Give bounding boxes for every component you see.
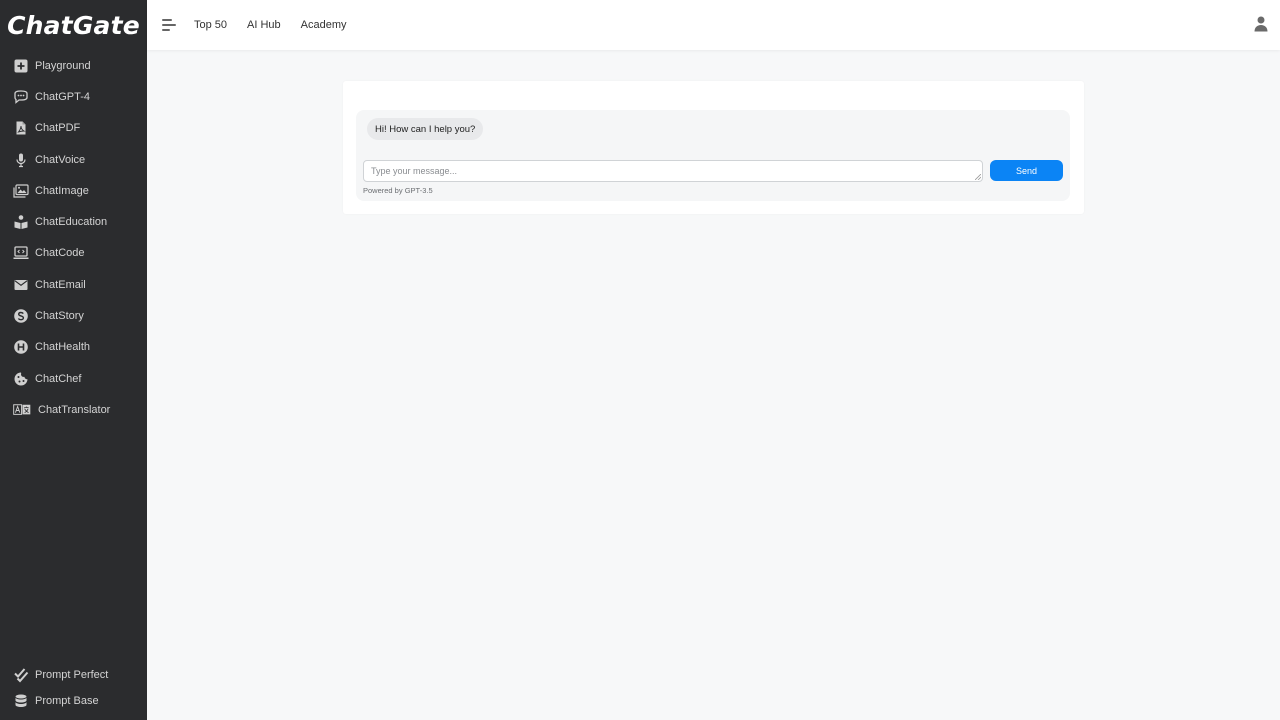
- sidebar-item-label: Prompt Perfect: [35, 669, 109, 681]
- sidebar-item-playground[interactable]: Playground: [0, 50, 147, 81]
- top-nav-link-ai-hub[interactable]: AI Hub: [247, 19, 281, 31]
- top-nav: Top 50 AI Hub Academy: [194, 19, 367, 31]
- top-header: Top 50 AI Hub Academy: [147, 0, 1280, 50]
- h-circle-icon: [12, 339, 29, 356]
- top-nav-link-academy[interactable]: Academy: [301, 19, 347, 31]
- laptop-code-icon: [12, 245, 29, 262]
- sidebar-item-chattranslator[interactable]: ChatTranslator: [0, 394, 147, 425]
- sidebar-item-label: ChatCode: [35, 247, 85, 260]
- sidebar-item-label: ChatChef: [35, 372, 82, 385]
- plus-square-icon: [12, 57, 29, 74]
- sidebar-item-chatstory[interactable]: ChatStory: [0, 300, 147, 331]
- chat-card: Hi! How can I help you? Send Powered by …: [343, 81, 1084, 214]
- sidebar: ChatGate Playground ChatGPT-4 ChatPDF Ch…: [0, 0, 147, 720]
- database-icon: [12, 693, 29, 710]
- sidebar-item-chatimage[interactable]: ChatImage: [0, 175, 147, 206]
- image-gallery-icon: [12, 182, 29, 199]
- sidebar-item-label: ChatImage: [35, 184, 89, 197]
- sidebar-bottom-nav: Prompt Perfect Prompt Base: [0, 662, 147, 714]
- sidebar-item-chatchef[interactable]: ChatChef: [0, 363, 147, 394]
- sidebar-nav: Playground ChatGPT-4 ChatPDF ChatVoice C…: [0, 50, 147, 426]
- s-circle-icon: [12, 308, 29, 325]
- sidebar-item-label: ChatHealth: [35, 341, 91, 354]
- sidebar-item-chatcode[interactable]: ChatCode: [0, 238, 147, 269]
- sidebar-item-chateducation[interactable]: ChatEducation: [0, 206, 147, 237]
- cookie-icon: [12, 370, 29, 387]
- powered-by-note: Powered by GPT-3.5: [363, 186, 433, 195]
- sidebar-item-label: ChatVoice: [35, 153, 86, 166]
- sidebar-item-label: ChatStory: [35, 310, 84, 323]
- send-button[interactable]: Send: [990, 160, 1063, 181]
- sidebar-item-label: ChatEducation: [35, 216, 108, 229]
- chat-panel: Hi! How can I help you? Send Powered by …: [356, 110, 1070, 201]
- chat-bubble-icon: [12, 88, 29, 105]
- microphone-icon: [12, 151, 29, 168]
- sidebar-item-label: Prompt Base: [35, 695, 99, 707]
- sidebar-item-prompt-perfect[interactable]: Prompt Perfect: [0, 662, 147, 688]
- sidebar-item-label: ChatTranslator: [38, 403, 111, 416]
- envelope-icon: [12, 276, 29, 293]
- sidebar-item-chatgpt-4[interactable]: ChatGPT-4: [0, 81, 147, 112]
- sidebar-item-label: ChatEmail: [35, 278, 86, 291]
- brand-logo[interactable]: ChatGate: [0, 0, 147, 50]
- sidebar-item-label: Playground: [35, 59, 91, 72]
- message-input[interactable]: [363, 160, 983, 182]
- menu-toggle-icon[interactable]: [162, 19, 176, 31]
- sidebar-item-chatvoice[interactable]: ChatVoice: [0, 144, 147, 175]
- assistant-message-bubble: Hi! How can I help you?: [367, 118, 484, 140]
- sidebar-item-label: ChatPDF: [35, 122, 81, 135]
- sidebar-item-label: ChatGPT-4: [35, 90, 91, 103]
- sidebar-item-chatpdf[interactable]: ChatPDF: [0, 113, 147, 144]
- sidebar-item-chathealth[interactable]: ChatHealth: [0, 332, 147, 363]
- sidebar-item-prompt-base[interactable]: Prompt Base: [0, 688, 147, 714]
- pdf-file-icon: [12, 120, 29, 137]
- sidebar-item-chatemail[interactable]: ChatEmail: [0, 269, 147, 300]
- top-nav-link-top-50[interactable]: Top 50: [194, 19, 227, 31]
- double-check-icon: [12, 667, 29, 684]
- book-reader-icon: [12, 214, 29, 231]
- user-icon[interactable]: [1254, 16, 1268, 32]
- translate-icon: [12, 401, 32, 418]
